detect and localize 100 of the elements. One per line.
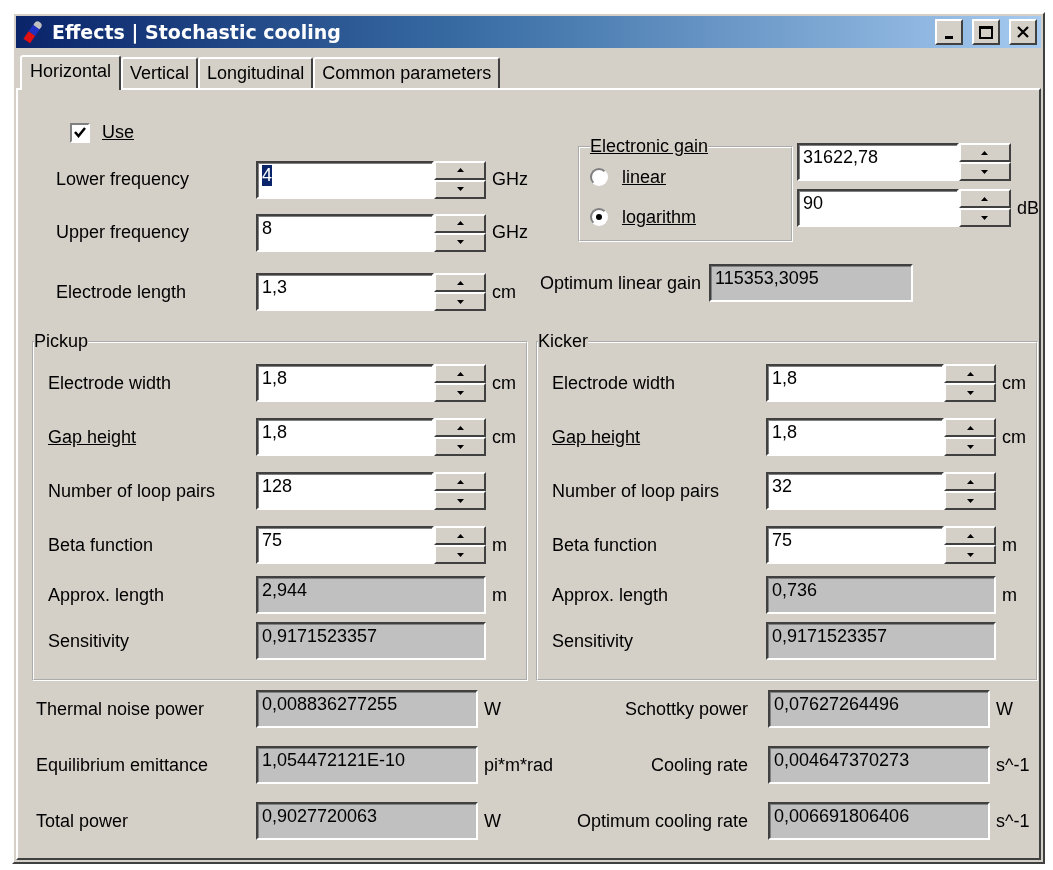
unit-label: dB (1016, 197, 1039, 219)
spin-down-button[interactable] (434, 383, 486, 402)
number-field[interactable]: 128 (256, 472, 434, 510)
spin-up-button[interactable] (434, 364, 486, 383)
number-field[interactable]: 8 (256, 213, 434, 252)
number-field[interactable]: 1,8 (256, 418, 434, 456)
readonly-field: 0,9171523357 (766, 622, 996, 660)
spin-up-button[interactable] (944, 472, 996, 491)
field-label: Optimum cooling rate (575, 810, 749, 832)
minimize-button[interactable] (935, 19, 963, 45)
caret-up-icon (456, 168, 464, 172)
unit-label: GHz (492, 169, 528, 190)
field-label: Electrode width (48, 372, 172, 393)
unit-label: cm (492, 372, 516, 394)
spin-down-button[interactable] (944, 437, 996, 456)
number-field[interactable]: 1,3 (256, 273, 434, 311)
unit-label: cm (1002, 372, 1026, 394)
number-field[interactable]: 75 (256, 526, 434, 564)
unit-label: m (492, 584, 507, 606)
checkbox[interactable] (70, 122, 90, 143)
spin-down-button[interactable] (434, 292, 486, 311)
caret-down-icon (456, 552, 464, 557)
spin-up-button[interactable] (958, 189, 1011, 208)
number-field[interactable]: 31622,78 (796, 143, 959, 181)
caret-down-icon (456, 240, 464, 244)
number-field[interactable]: 1,8 (256, 364, 434, 402)
radio-button[interactable] (589, 168, 608, 186)
radio-button[interactable] (589, 208, 608, 226)
spin-up-button[interactable] (434, 418, 486, 437)
maximize-button[interactable] (972, 19, 1000, 45)
unit-label: pi*m*rad (484, 754, 554, 776)
spin-up-button[interactable] (944, 364, 996, 383)
caret-up-icon (456, 371, 464, 376)
close-icon (1017, 26, 1029, 38)
caret-up-icon (981, 196, 989, 201)
radio-label[interactable]: logarithm (621, 206, 696, 228)
field-label: Total power (35, 810, 130, 832)
spin-up-button[interactable] (434, 273, 486, 292)
maximize-icon (979, 25, 993, 39)
checkbox-label[interactable]: Use (102, 122, 134, 143)
number-field[interactable]: 32 (766, 472, 944, 510)
readonly-field: 1,054472121E-10 (256, 746, 478, 784)
spin-down-button[interactable] (944, 383, 996, 402)
spin-up-button[interactable] (434, 160, 486, 180)
field-label: Upper frequency (55, 222, 191, 243)
field-label: Electrode width (552, 372, 676, 393)
close-button[interactable] (1009, 19, 1037, 45)
unit-label: s^-1 (996, 754, 1030, 776)
radio-label[interactable]: linear (621, 166, 666, 188)
checkmark-icon (74, 127, 86, 138)
caret-down-icon (456, 187, 464, 191)
group-title: Pickup (34, 331, 89, 352)
spin-up-button[interactable] (434, 526, 486, 545)
spin-down-button[interactable] (434, 545, 486, 564)
spin-up-button[interactable] (944, 526, 996, 545)
caret-down-icon (456, 299, 464, 304)
caret-up-icon (966, 479, 974, 484)
spin-down-button[interactable] (958, 162, 1011, 181)
caret-up-icon (966, 425, 974, 430)
spin-up-button[interactable] (434, 472, 486, 491)
unit-label: s^-1 (996, 810, 1030, 832)
tab[interactable]: Horizontal (20, 55, 122, 90)
field-label: Beta function (552, 534, 658, 555)
readonly-field: 2,944 (256, 576, 486, 614)
caret-up-icon (456, 425, 464, 430)
caret-up-icon (966, 371, 974, 376)
unit-label: W (996, 698, 1013, 720)
unit-label: cm (492, 281, 516, 303)
spin-up-button[interactable] (944, 418, 996, 437)
number-field[interactable]: 4 (256, 160, 434, 199)
tab[interactable]: Common parameters (313, 57, 501, 88)
caret-up-icon (456, 280, 464, 285)
number-field[interactable]: 90 (796, 189, 959, 227)
unit-label: m (492, 534, 507, 556)
tab[interactable]: Longitudinal (198, 57, 314, 88)
spin-down-button[interactable] (944, 491, 996, 510)
field-label: Equilibrium emittance (35, 754, 210, 776)
caret-down-icon (981, 215, 989, 220)
spin-down-button[interactable] (944, 545, 996, 564)
spin-down-button[interactable] (434, 437, 486, 456)
caret-up-icon (456, 221, 464, 225)
caret-down-icon (456, 498, 464, 503)
readonly-field: 115353,3095 (709, 264, 914, 302)
unit-label: W (484, 698, 501, 720)
unit-label: W (484, 810, 501, 832)
spin-down-button[interactable] (958, 208, 1011, 227)
caret-up-icon (981, 150, 989, 155)
caret-down-icon (966, 552, 974, 557)
number-field[interactable]: 75 (766, 526, 944, 564)
group-title: Electronic gain (589, 136, 709, 157)
number-field[interactable]: 1,8 (766, 418, 944, 456)
field-label: Thermal noise power (35, 698, 206, 720)
caret-up-icon (966, 533, 974, 538)
tab[interactable]: Vertical (121, 57, 199, 88)
field-label: Sensitivity (48, 630, 130, 651)
spin-up-button[interactable] (434, 213, 486, 233)
spin-up-button[interactable] (958, 143, 1011, 162)
caret-down-icon (966, 498, 974, 503)
spin-down-button[interactable] (434, 491, 486, 510)
number-field[interactable]: 1,8 (766, 364, 944, 402)
